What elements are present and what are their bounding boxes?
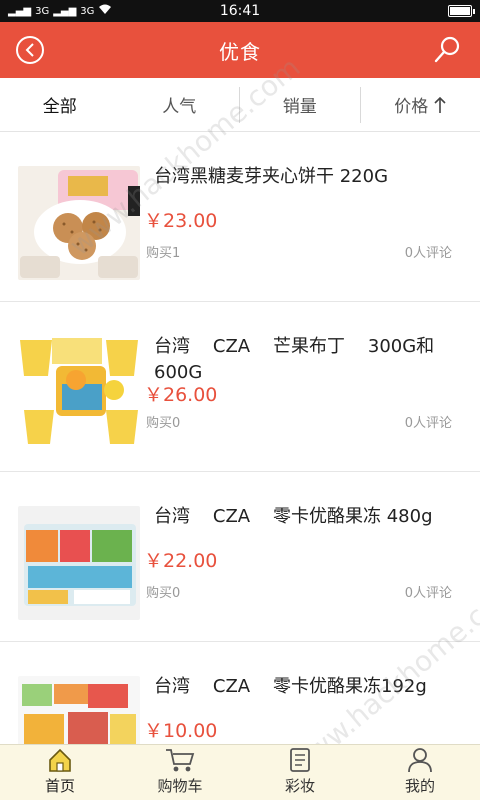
product-price: ￥22.00 (144, 550, 218, 572)
signal-indicators: ▂▄▆ 3G ▂▄▆ 3G (8, 4, 112, 18)
purchase-count: 购买0 (146, 586, 181, 601)
product-image-cookies[interactable] (18, 166, 140, 280)
product-title[interactable]: 台湾 CZA 芒果布丁 300G和600G (154, 334, 468, 386)
tab-popularity[interactable]: 人气 (120, 87, 240, 123)
tab-all[interactable]: 全部 (0, 87, 120, 123)
chevron-left-icon (25, 43, 34, 57)
sort-tabs: 全部 人气 销量 价格 (0, 78, 480, 132)
nav-makeup[interactable]: 彩妆 (240, 745, 360, 800)
makeup-icon (290, 748, 310, 772)
home-icon (49, 748, 71, 772)
purchase-count: 购买1 (146, 246, 181, 261)
comment-count: 0人评论 (404, 416, 452, 431)
tab-sales[interactable]: 销量 (239, 86, 360, 123)
cart-icon (166, 749, 195, 772)
bottom-nav: 首页 购物车 彩妆 我的 (0, 744, 480, 800)
product-list: 台湾黑糖麦芽夹心饼干 220G ￥23.00 购买1 0人评论 台湾 CZA 芒… (0, 132, 480, 800)
app-header: 优食 (0, 22, 480, 78)
search-button[interactable] (432, 34, 464, 66)
product-price: ￥26.00 (144, 384, 218, 406)
signal-icon-2: ▂▄▆ (53, 5, 77, 17)
product-title[interactable]: 台湾 CZA 零卡优酪果冻192g (154, 674, 468, 700)
page-title: 优食 (219, 39, 261, 64)
tab-label: 销量 (282, 97, 317, 117)
tab-label: 人气 (162, 97, 197, 117)
product-image-mango-pudding[interactable] (18, 336, 140, 450)
nav-cart[interactable]: 购物车 (120, 745, 240, 800)
purchase-count: 购买0 (146, 416, 181, 431)
nav-label: 购物车 (157, 777, 203, 795)
nav-label: 我的 (404, 777, 435, 795)
network-type-2: 3G (80, 5, 95, 17)
arrow-up-icon (434, 96, 446, 113)
network-type-1: 3G (35, 5, 50, 17)
comment-count: 0人评论 (404, 246, 452, 261)
nav-label: 首页 (44, 777, 75, 795)
product-price: ￥23.00 (144, 210, 218, 232)
status-bar: ▂▄▆ 3G ▂▄▆ 3G 16:41 (0, 0, 480, 22)
user-icon (408, 748, 432, 773)
tab-label: 价格 (394, 97, 429, 117)
comment-count: 0人评论 (404, 586, 452, 601)
back-button[interactable] (16, 36, 44, 64)
product-image-jelly-pack[interactable] (18, 506, 140, 620)
wifi-icon (98, 4, 112, 18)
nav-home[interactable]: 首页 (0, 745, 120, 800)
nav-mine[interactable]: 我的 (360, 745, 480, 800)
product-title[interactable]: 台湾 CZA 零卡优酪果冻 480g (154, 504, 468, 530)
product-price: ￥10.00 (144, 720, 218, 742)
signal-icon: ▂▄▆ (8, 5, 32, 17)
tab-label: 全部 (42, 97, 77, 117)
product-title[interactable]: 台湾黑糖麦芽夹心饼干 220G (154, 164, 468, 190)
product-item[interactable]: 台湾黑糖麦芽夹心饼干 220G ￥23.00 购买1 0人评论 (0, 132, 480, 302)
search-icon (434, 36, 460, 63)
product-item[interactable]: 台湾 CZA 芒果布丁 300G和600G ￥26.00 购买0 0人评论 (0, 302, 480, 472)
product-item[interactable]: 台湾 CZA 零卡优酪果冻 480g ￥22.00 购买0 0人评论 (0, 472, 480, 642)
battery-icon (448, 5, 475, 17)
nav-label: 彩妆 (284, 777, 315, 795)
tab-price[interactable]: 价格 (359, 86, 480, 123)
